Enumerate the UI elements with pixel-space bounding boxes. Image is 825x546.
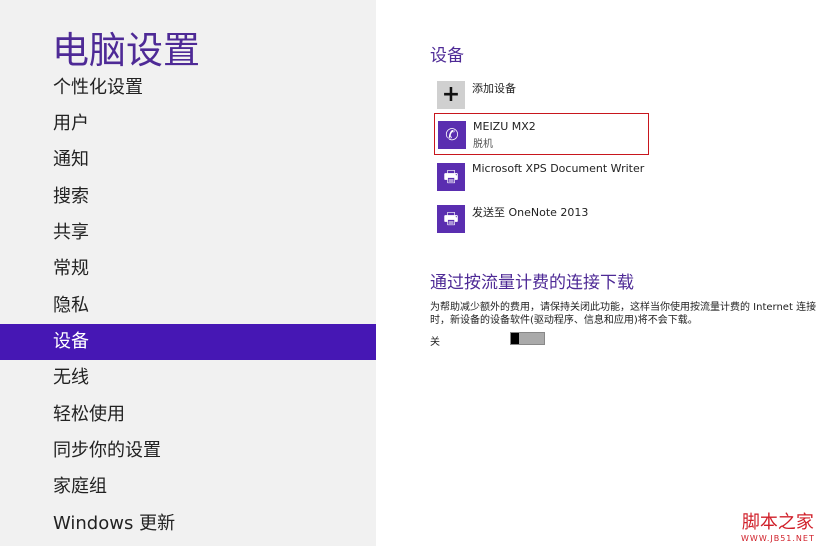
watermark-text: 脚本之家 xyxy=(741,512,814,533)
printer-icon: 🖶 xyxy=(437,163,465,191)
sidebar: 电脑设置 个性化设置 用户 通知 搜索 共享 常规 隐私 设备 无线 轻松使用 … xyxy=(0,0,376,546)
metered-description: 为帮助减少额外的费用，请保持关闭此功能，这样当你使用按流量计费的 Interne… xyxy=(430,302,817,326)
device-name: Microsoft XPS Document Writer xyxy=(472,162,645,175)
nav-users[interactable]: 用户 xyxy=(0,106,376,142)
nav-ease-of-access[interactable]: 轻松使用 xyxy=(0,397,376,433)
device-name: 添加设备 xyxy=(472,82,516,95)
nav-search[interactable]: 搜索 xyxy=(0,179,376,215)
metered-download-toggle[interactable] xyxy=(510,332,545,345)
nav-devices[interactable]: 设备 xyxy=(0,324,376,360)
device-meizu[interactable]: ✆ MEIZU MX2 脱机 xyxy=(434,113,649,155)
add-device-button[interactable]: + 添加设备 xyxy=(430,74,646,116)
device-name: MEIZU MX2 xyxy=(473,120,536,133)
watermark-url: WWW.JB51.NET xyxy=(741,534,815,543)
phone-icon: ✆ xyxy=(438,121,466,149)
page-title: 电脑设置 xyxy=(52,29,200,72)
nav-share[interactable]: 共享 xyxy=(0,215,376,251)
device-status: 脱机 xyxy=(473,139,493,150)
nav-notifications[interactable]: 通知 xyxy=(0,142,376,178)
devices-heading: 设备 xyxy=(430,46,464,66)
nav-wireless[interactable]: 无线 xyxy=(0,360,376,396)
device-name: 发送至 OneNote 2013 xyxy=(472,206,589,219)
nav-personalize[interactable]: 个性化设置 xyxy=(0,70,376,106)
metered-heading: 通过按流量计费的连接下载 xyxy=(430,273,634,293)
printer-icon: 🖶 xyxy=(437,205,465,233)
nav-sync[interactable]: 同步你的设置 xyxy=(0,433,376,469)
toggle-thumb xyxy=(511,333,519,344)
toggle-label: 关 xyxy=(430,337,440,348)
nav-general[interactable]: 常规 xyxy=(0,251,376,287)
device-onenote[interactable]: 🖶 发送至 OneNote 2013 xyxy=(430,198,646,240)
nav-privacy[interactable]: 隐私 xyxy=(0,288,376,324)
watermark: 脚本之家 WWW.JB51.NET xyxy=(741,508,815,543)
nav-homegroup[interactable]: 家庭组 xyxy=(0,469,376,505)
device-xps-writer[interactable]: 🖶 Microsoft XPS Document Writer xyxy=(430,156,646,198)
plus-icon: + xyxy=(437,81,465,109)
nav-windows-update[interactable]: Windows 更新 xyxy=(0,506,376,542)
